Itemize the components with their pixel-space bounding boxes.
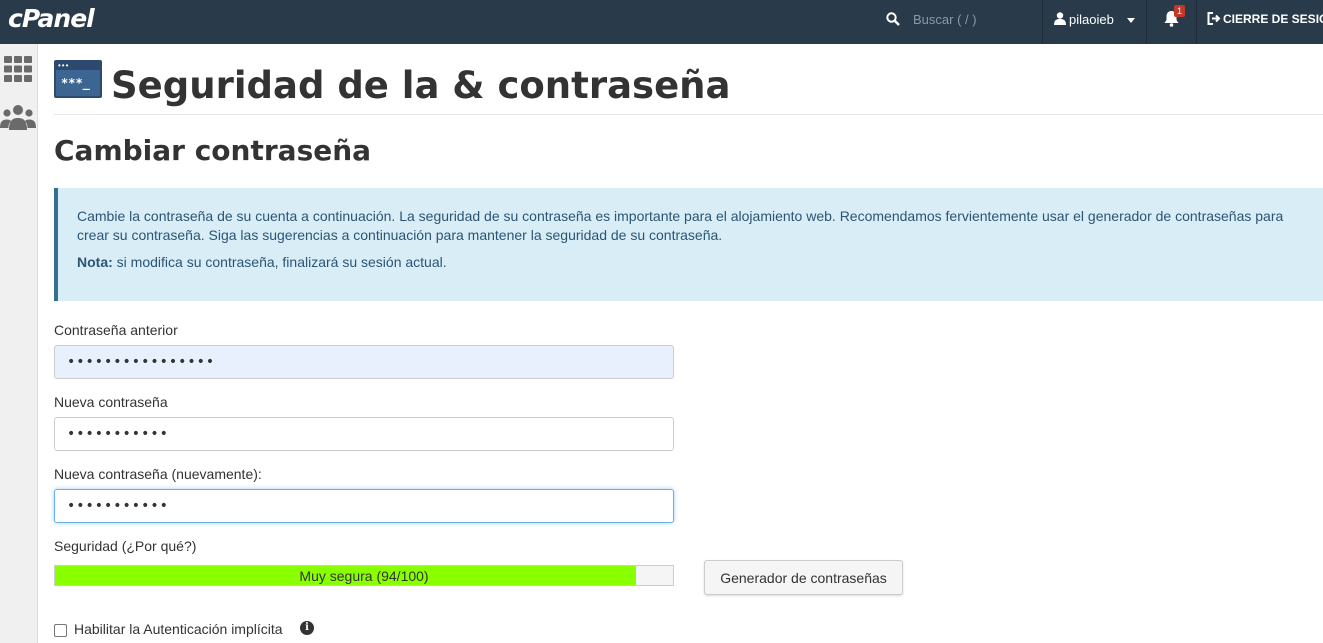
digest-auth-label[interactable]: Habilitar la Autenticación implícita bbox=[74, 621, 283, 637]
chevron-down-icon bbox=[1127, 18, 1135, 23]
password-generator-button[interactable]: Generador de contraseñas bbox=[704, 560, 903, 595]
logout-icon bbox=[1207, 12, 1221, 25]
username: pilaoieb bbox=[1069, 12, 1114, 27]
user-menu[interactable]: pilaoieb bbox=[1043, 0, 1146, 44]
strength-label[interactable]: Seguridad (¿Por qué?) bbox=[54, 538, 196, 554]
logout-label: CIERRE DE SESIÓN bbox=[1223, 12, 1323, 26]
top-bar: cPanel Buscar ( / ) pilaoieb 1 CIERRE DE… bbox=[0, 0, 1323, 44]
cpanel-logo[interactable]: cPanel bbox=[8, 4, 95, 33]
info-alert: Cambie la contraseña de su cuenta a cont… bbox=[54, 188, 1323, 301]
info-text: Cambie la contraseña de su cuenta a cont… bbox=[77, 208, 1284, 243]
search-placeholder[interactable]: Buscar ( / ) bbox=[913, 12, 977, 27]
page-title: Seguridad de la & contraseña bbox=[111, 64, 731, 107]
note-label: Nota: bbox=[77, 254, 113, 270]
users-icon[interactable] bbox=[0, 104, 36, 130]
divider bbox=[54, 114, 1323, 115]
notification-badge: 1 bbox=[1174, 5, 1186, 17]
old-password-input[interactable] bbox=[54, 345, 674, 379]
user-icon bbox=[1054, 12, 1066, 25]
note-text: si modifica su contraseña, finalizará su… bbox=[112, 254, 447, 270]
section-title: Cambiar contraseña bbox=[54, 134, 372, 167]
confirm-password-input[interactable] bbox=[54, 489, 674, 523]
old-password-label: Contraseña anterior bbox=[54, 322, 178, 338]
new-password-input[interactable] bbox=[54, 417, 674, 451]
grid-icon[interactable] bbox=[4, 56, 32, 82]
info-icon[interactable]: i bbox=[300, 621, 314, 635]
digest-auth-checkbox[interactable] bbox=[54, 624, 67, 637]
strength-meter: Muy segura (94/100) bbox=[54, 565, 674, 586]
info-note: Nota: si modifica su contraseña, finaliz… bbox=[77, 253, 1301, 272]
sidebar bbox=[0, 44, 38, 643]
main-content: ••• ***_ Seguridad de la & contraseña Ca… bbox=[38, 44, 1323, 643]
logout-button[interactable]: CIERRE DE SESIÓN bbox=[1197, 0, 1323, 44]
notifications-button[interactable]: 1 bbox=[1147, 0, 1196, 44]
confirm-password-label: Nueva contraseña (nuevamente): bbox=[54, 466, 262, 482]
search-icon bbox=[886, 12, 900, 26]
search-box[interactable]: Buscar ( / ) bbox=[876, 0, 1042, 44]
password-security-icon: ••• ***_ bbox=[54, 60, 102, 98]
new-password-label: Nueva contraseña bbox=[54, 394, 168, 410]
strength-text: Muy segura (94/100) bbox=[299, 568, 429, 584]
